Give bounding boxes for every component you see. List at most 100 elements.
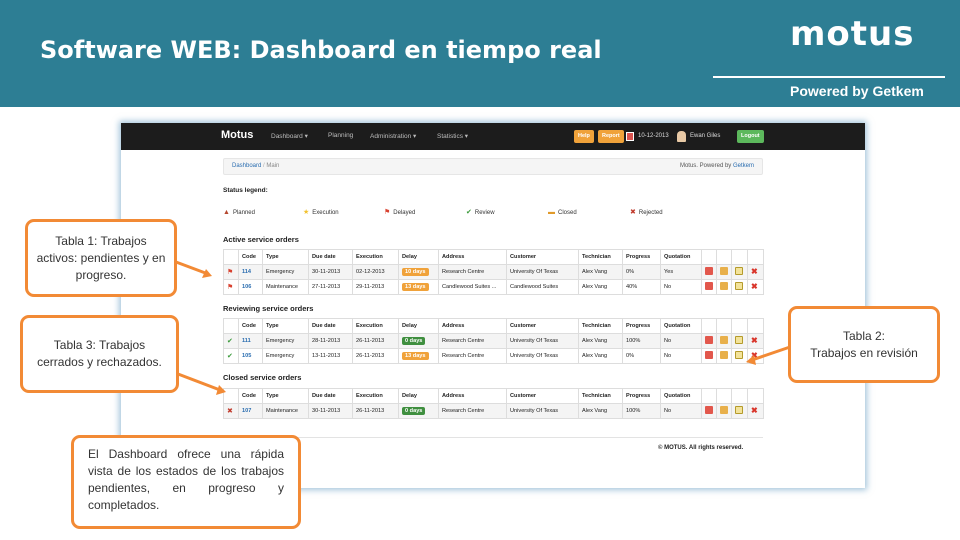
order-code-link[interactable]: 114 <box>242 269 251 275</box>
column-header: Code <box>238 249 263 265</box>
getkem-link[interactable]: Getkem <box>733 163 754 169</box>
flag-icon: ⚑ <box>227 283 234 291</box>
technician-cell: Alex Vang <box>578 403 623 419</box>
delete-icon[interactable]: ✖ <box>751 406 758 415</box>
due-cell: 30-11-2013 <box>308 264 353 280</box>
delete-icon[interactable]: ✖ <box>751 336 758 345</box>
callout-dashboard: El Dashboard ofrece una rápida vista de … <box>71 435 301 529</box>
execution-cell: 02-12-2013 <box>352 264 399 280</box>
report-button[interactable]: Report <box>598 130 624 143</box>
closed-icon: ▬ <box>548 209 555 216</box>
column-header: Due date <box>308 249 353 265</box>
column-header: Quotation <box>660 388 702 404</box>
nav-administration[interactable]: Administration ▾ <box>370 132 416 140</box>
address-cell: Research Centre <box>438 333 507 349</box>
legend-label: Rejected <box>638 209 663 216</box>
action-cell <box>701 264 717 280</box>
legend-item: ▬ Closed <box>548 209 577 216</box>
document-icon[interactable] <box>720 336 728 344</box>
customer-cell: Candlewood Suites <box>506 279 579 295</box>
column-header <box>701 318 717 334</box>
closed-orders-table: Code Type Due date Execution Delay Address Cus… <box>223 388 764 419</box>
table-row[interactable]: ✔ 111 Emergency 28-11-2013 26-11-2013 0 days R… <box>223 333 764 349</box>
delete-icon[interactable]: ✖ <box>751 282 758 291</box>
column-header: Due date <box>308 318 353 334</box>
column-header <box>223 388 239 404</box>
code-cell: 105 <box>238 348 263 364</box>
help-button[interactable]: Help <box>574 130 594 143</box>
app-powered-by: Motus. Powered by Getkem <box>680 163 754 169</box>
table-row[interactable]: ✖ 107 Maintenance 30-11-2013 26-11-2013 0 day… <box>223 403 764 419</box>
quotation-cell: No <box>660 333 702 349</box>
delay-badge: 0 days <box>402 407 426 415</box>
action-cell <box>731 264 748 280</box>
address-cell: Research Centre <box>438 348 507 364</box>
breadcrumb-dashboard[interactable]: Dashboard <box>232 163 261 169</box>
order-code-link[interactable]: 105 <box>242 353 251 359</box>
delay-cell: 10 days <box>398 264 439 280</box>
code-cell: 111 <box>238 333 263 349</box>
due-cell: 28-11-2013 <box>308 333 353 349</box>
edit-icon[interactable] <box>735 406 743 414</box>
print-icon[interactable] <box>705 282 713 290</box>
edit-icon[interactable] <box>735 282 743 290</box>
column-header: Delay <box>398 388 439 404</box>
table-row[interactable]: ✔ 105 Emergency 13-11-2013 26-11-2013 13 days… <box>223 348 764 364</box>
print-icon[interactable] <box>705 351 713 359</box>
quotation-cell: No <box>660 348 702 364</box>
column-header <box>747 388 764 404</box>
callout-tabla1-text: Tabla 1: Trabajos activos: pendientes y … <box>36 233 166 282</box>
order-code-link[interactable]: 111 <box>242 338 251 344</box>
column-header: Quotation <box>660 318 702 334</box>
column-header: Address <box>438 318 507 334</box>
document-icon[interactable] <box>720 267 728 275</box>
action-cell <box>716 403 732 419</box>
edit-icon[interactable] <box>735 351 743 359</box>
nav-dashboard[interactable]: Dashboard ▾ <box>271 132 308 140</box>
user-icon <box>677 131 686 142</box>
slide: Software WEB: Dashboard en tiempo real m… <box>0 0 960 540</box>
table-row[interactable]: ⚑ 114 Emergency 30-11-2013 02-12-2013 10 days… <box>223 264 764 280</box>
order-code-link[interactable]: 107 <box>242 408 251 414</box>
document-icon[interactable] <box>720 351 728 359</box>
logout-button[interactable]: Logout <box>737 130 764 143</box>
callout-tabla2-title: Tabla 2: <box>842 328 885 343</box>
user-name[interactable]: Ewan Giles <box>690 133 720 139</box>
nav-statistics[interactable]: Statistics ▾ <box>437 132 468 140</box>
due-cell: 30-11-2013 <box>308 403 353 419</box>
app-brand[interactable]: Motus <box>221 129 253 141</box>
table-row[interactable]: ⚑ 106 Maintenance 27-11-2013 29-11-2013 13 da… <box>223 279 764 295</box>
print-icon[interactable] <box>705 267 713 275</box>
breadcrumb-separator: / <box>263 163 265 169</box>
legend-item: ✖ Rejected <box>630 209 663 216</box>
edit-icon[interactable] <box>735 336 743 344</box>
action-cell <box>701 403 717 419</box>
legend-item: ★ Execution <box>303 209 339 216</box>
delay-cell: 0 days <box>398 333 439 349</box>
legend-label: Review <box>474 209 495 216</box>
edit-icon[interactable] <box>735 267 743 275</box>
document-icon[interactable] <box>720 282 728 290</box>
column-header: Customer <box>506 388 579 404</box>
print-icon[interactable] <box>705 336 713 344</box>
column-header <box>716 388 732 404</box>
nav-planning[interactable]: Planning <box>328 132 353 139</box>
delay-badge: 13 days <box>402 352 429 360</box>
column-header <box>223 249 239 265</box>
status-legend-title: Status legend: <box>223 187 268 194</box>
column-header: Customer <box>506 318 579 334</box>
address-cell: Candlewood Suites ... <box>438 279 507 295</box>
legend-label: Delayed <box>393 209 416 216</box>
star-icon: ★ <box>303 209 310 216</box>
progress-cell: 40% <box>622 279 661 295</box>
legend-label: Closed <box>558 209 577 216</box>
print-icon[interactable] <box>705 406 713 414</box>
order-code-link[interactable]: 106 <box>242 284 251 290</box>
document-icon[interactable] <box>720 406 728 414</box>
progress-cell: 100% <box>622 333 661 349</box>
customer-cell: University Of Texas <box>506 264 579 280</box>
table-header-row: Code Type Due date Execution Delay Address Cus… <box>223 388 764 404</box>
delete-icon[interactable]: ✖ <box>751 267 758 276</box>
delete-icon[interactable]: ✖ <box>751 351 758 360</box>
legend-item: ⚑ Delayed <box>384 209 415 216</box>
